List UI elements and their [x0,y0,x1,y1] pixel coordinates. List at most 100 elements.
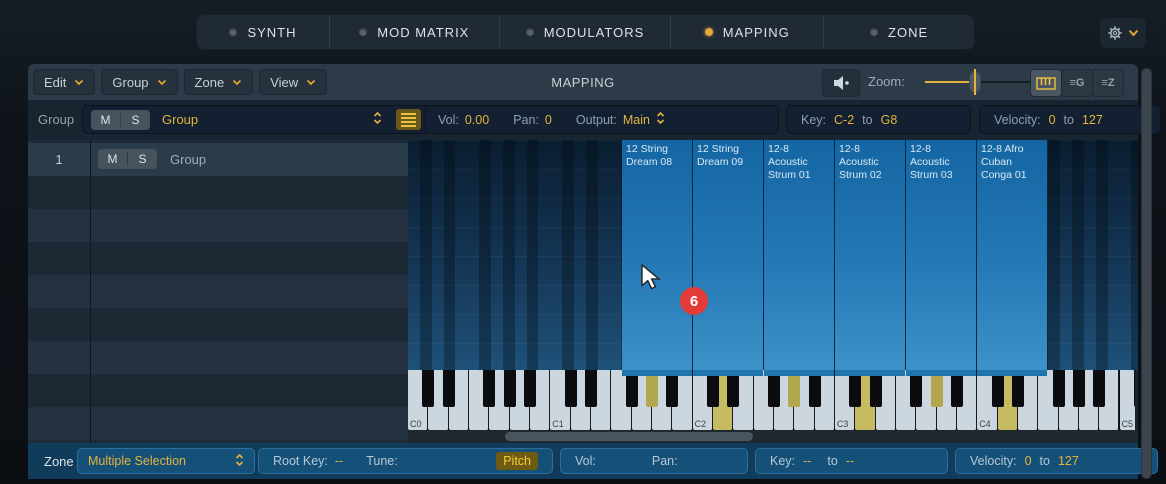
table-row[interactable] [28,275,408,308]
chevron-down-icon [232,79,242,86]
zone-vol-label[interactable]: Vol: [575,454,596,468]
group-key-range-box: Key: C-2 to G8 [786,105,971,134]
mute-button[interactable]: M [91,113,121,127]
piano-key-C#5[interactable] [1134,370,1135,407]
piano-key-F#4[interactable] [1053,370,1065,407]
output-value[interactable]: Main [623,113,650,127]
sample-zone[interactable]: 12-8 Acoustic Strum 03 [906,140,977,370]
tab-led-icon [229,28,237,36]
piano-key-G#0[interactable] [504,370,516,407]
table-row[interactable] [28,308,408,341]
table-row[interactable] [28,341,408,374]
zone-velocity-box: Velocity: 0 to 127 [955,448,1158,474]
piano-key-C#1[interactable] [565,370,577,407]
table-row[interactable] [28,242,408,275]
output-select-chevrons[interactable] [656,112,665,127]
group-mixer-box: Vol: 0.00 Pan: 0 Output: Main [425,105,779,134]
octave-label: C1 [552,419,564,429]
piano-key-C5[interactable]: C5 [1120,370,1136,430]
table-row[interactable]: 1MSGroup [28,143,408,176]
vertical-scrollbar[interactable] [1141,68,1152,479]
zone-mapping-grid[interactable]: 12 String Dream 0812 String Dream 0912-8… [408,140,1138,370]
vol-label: Vol: [438,113,459,127]
table-row[interactable] [28,407,408,440]
piano-key-D#1[interactable] [585,370,597,407]
group-velocity-box: Velocity: 0 to 127 [979,105,1161,134]
tab-led-icon [705,28,713,36]
gear-icon [1107,25,1123,41]
zoom-slider-handle-line [974,69,976,95]
zone-selection-chevrons [235,454,244,469]
sample-zone-label: 12-8 Acoustic Strum 01 [764,140,834,182]
group-row-label: Group [38,112,74,127]
group-view-button[interactable]: ≡G [1061,69,1093,97]
sample-zone-label: 12 String Dream 08 [622,140,692,169]
zone-pan-label[interactable]: Pan: [652,454,678,468]
chevron-down-icon [1128,29,1139,37]
chevron-down-icon [74,79,84,86]
solo-button[interactable]: S [121,113,150,127]
sample-zone-label: 12-8 Acoustic Strum 03 [906,140,976,182]
piano-key-A#4[interactable] [1093,370,1105,407]
zone-range-strip [906,370,976,376]
root-key-value[interactable]: -- [335,454,343,468]
settings-button[interactable] [1100,18,1146,48]
mute-button[interactable]: M [98,152,128,166]
key-low-value[interactable]: C-2 [834,113,854,127]
audition-button[interactable] [822,69,860,97]
piano-key-G#4[interactable] [1073,370,1085,407]
piano-key-F#0[interactable] [483,370,495,407]
root-key-label: Root Key: [273,454,328,468]
pan-value[interactable]: 0 [545,113,552,127]
tab-mod-matrix[interactable]: MOD MATRIX [329,15,499,49]
vol-value[interactable]: 0.00 [465,113,489,127]
menu-view[interactable]: View [259,69,327,95]
menu-zone[interactable]: Zone [184,69,254,95]
sample-zone[interactable]: 12-8 Afro Cuban Conga 01 [977,140,1048,370]
sample-zone-label: 12-8 Acoustic Strum 02 [835,140,905,182]
sample-zone[interactable]: 12-8 Acoustic Strum 02 [835,140,906,370]
piano-key-C#0[interactable] [422,370,434,407]
velocity-low-value[interactable]: 0 [1049,113,1056,127]
menu-label: Group [112,75,148,90]
sample-zone[interactable]: 12 String Dream 09 [693,140,764,370]
sample-zone-label: 12 String Dream 09 [693,140,763,169]
group-name-value[interactable]: Group [162,112,198,127]
sample-zone[interactable]: 12 String Dream 08 [622,140,693,370]
octave-label: C2 [695,419,707,429]
chevron-down-icon [306,79,316,86]
tab-mapping[interactable]: MAPPING [670,15,823,49]
velocity-high-value[interactable]: 127 [1082,113,1103,127]
tab-modulators[interactable]: MODULATORS [499,15,671,49]
table-row[interactable] [28,374,408,407]
tune-label: Tune: [366,454,398,468]
zone-velocity-high[interactable]: 127 [1058,454,1079,468]
table-row[interactable] [28,209,408,242]
key-column-stripe [562,140,574,370]
piano-key-D#0[interactable] [443,370,455,407]
group-select-chevrons[interactable] [373,112,382,127]
zone-velocity-to-label: to [1040,454,1050,468]
menu-group[interactable]: Group [101,69,177,95]
pitch-toggle-button[interactable]: Pitch [496,452,538,470]
group-list-menu-button[interactable] [396,109,421,130]
tab-synth[interactable]: SYNTH [197,15,329,49]
group-row-name: Group [170,152,206,167]
menu-edit[interactable]: Edit [33,69,95,95]
zone-velocity-low[interactable]: 0 [1025,454,1032,468]
zone-key-high[interactable]: -- [846,454,854,468]
tab-zone[interactable]: ZONE [823,15,974,49]
zone-selection-dropdown[interactable]: Multiple Selection [77,448,255,474]
octave-label: C5 [1122,419,1134,429]
table-row[interactable] [28,176,408,209]
horizontal-scrollbar-thumb[interactable] [505,432,753,441]
piano-key-A#0[interactable] [524,370,536,407]
keyboard-view-button[interactable] [1030,69,1062,97]
key-high-value[interactable]: G8 [881,113,898,127]
zone-view-button[interactable]: ≡Z [1092,69,1124,97]
sample-zone[interactable]: 12-8 Acoustic Strum 01 [764,140,835,370]
horizontal-scrollbar-track[interactable] [408,430,1138,443]
zone-key-low[interactable]: -- [803,454,811,468]
solo-button[interactable]: S [128,152,157,166]
zone-range-strip [764,370,834,376]
